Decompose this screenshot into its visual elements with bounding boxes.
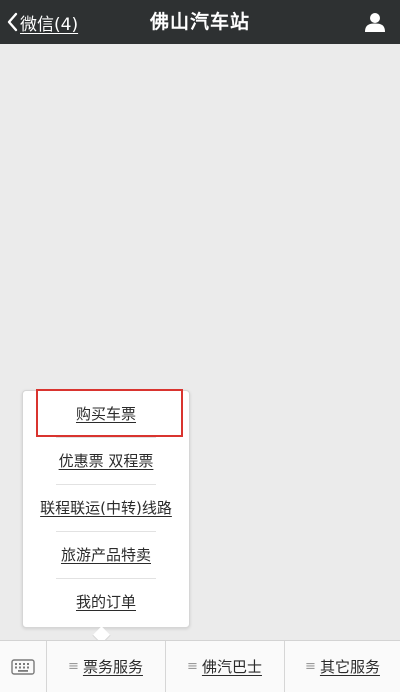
tab-ticket-service[interactable]: ≡ 票务服务 xyxy=(47,641,164,692)
tab-label: 票务服务 xyxy=(82,658,143,676)
menu-item-transfer-route[interactable]: 联程联运(中转)线路 xyxy=(23,485,189,531)
popup-menu: 购买车票 优惠票 双程票 联程联运(中转)线路 旅游产品特卖 我的订单 xyxy=(22,389,190,628)
page-title: 佛山汽车站 xyxy=(149,11,250,33)
keyboard-icon xyxy=(11,658,35,675)
menu-lines-icon: ≡ xyxy=(68,659,79,674)
tab-other-services[interactable]: ≡ 其它服务 xyxy=(285,641,400,692)
top-bar: 微信(4) 佛山汽车站 xyxy=(0,0,400,44)
bottom-menu-bar: ≡ 票务服务 ≡ 佛汽巴士 ≡ 其它服务 xyxy=(0,640,400,692)
person-icon[interactable] xyxy=(364,11,386,33)
menu-item-label: 我的订单 xyxy=(75,593,136,611)
menu-item-label: 联程联运(中转)线路 xyxy=(40,499,172,517)
menu-lines-icon: ≡ xyxy=(305,659,316,674)
menu-item-my-orders[interactable]: 我的订单 xyxy=(23,579,189,625)
menu-item-label: 优惠票 双程票 xyxy=(58,452,154,470)
menu-item-discount-ticket[interactable]: 优惠票 双程票 xyxy=(23,438,189,484)
tab-fosha-bus[interactable]: ≡ 佛汽巴士 xyxy=(166,641,283,692)
menu-item-label: 旅游产品特卖 xyxy=(60,546,151,564)
menu-lines-icon: ≡ xyxy=(187,659,198,674)
menu-item-buy-ticket[interactable]: 购买车票 xyxy=(23,391,189,437)
keyboard-toggle-button[interactable] xyxy=(0,641,47,692)
menu-item-travel-products[interactable]: 旅游产品特卖 xyxy=(23,532,189,578)
tab-label: 其它服务 xyxy=(319,658,380,676)
tab-label: 佛汽巴士 xyxy=(201,658,262,676)
menu-item-label: 购买车票 xyxy=(75,405,136,423)
